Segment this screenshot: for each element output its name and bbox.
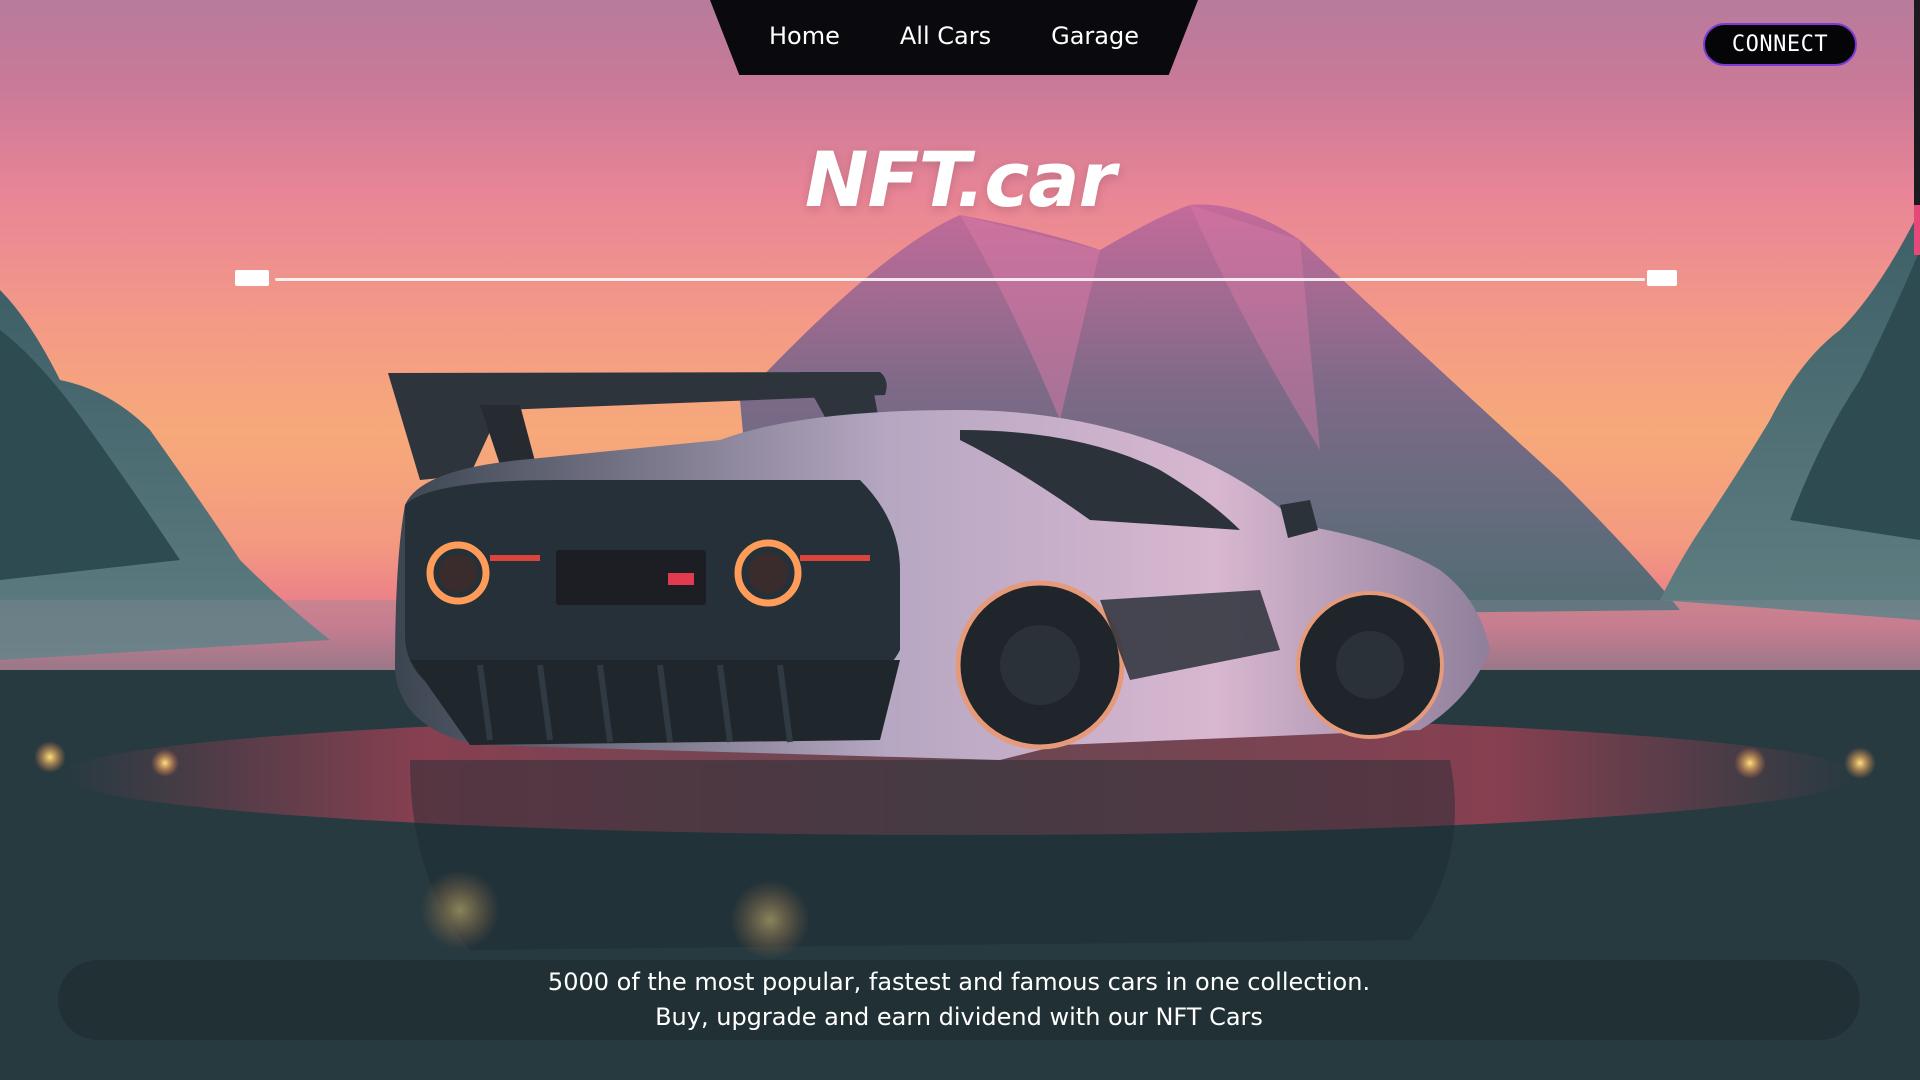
description-banner: 5000 of the most popular, fastest and fa…: [58, 960, 1860, 1040]
nav-link-all-cars[interactable]: All Cars: [900, 22, 991, 54]
hero-title: NFT.car: [804, 135, 1116, 224]
slider-track[interactable]: [275, 278, 1645, 281]
description-line-2: Buy, upgrade and earn dividend with our …: [655, 1003, 1263, 1031]
nav-links: Home All Cars Garage: [710, 0, 1198, 75]
nav-link-garage[interactable]: Garage: [1051, 22, 1139, 54]
slider-right-handle[interactable]: [1647, 270, 1677, 286]
connect-wallet-button[interactable]: CONNECT: [1703, 23, 1857, 66]
slider-left-handle[interactable]: [235, 270, 269, 286]
description-line-1: 5000 of the most popular, fastest and fa…: [547, 968, 1371, 996]
nav-link-home[interactable]: Home: [769, 22, 840, 54]
